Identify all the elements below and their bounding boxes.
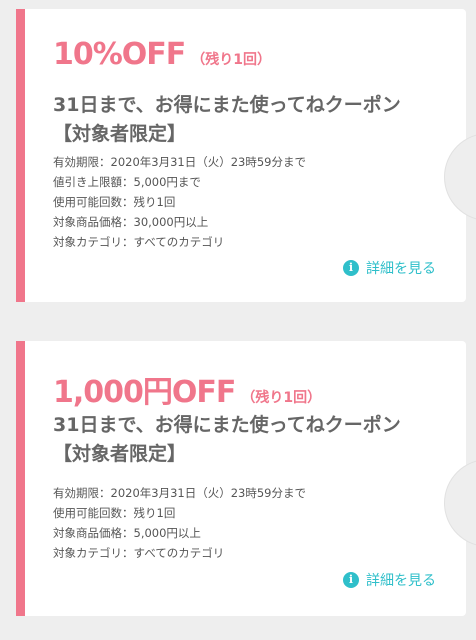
detail-usage-count: 使用可能回数：残り1回: [53, 506, 176, 520]
details-link[interactable]: i 詳細を見る: [343, 258, 436, 278]
remaining-uses: （残り1回）: [191, 52, 272, 68]
details-link[interactable]: i 詳細を見る: [343, 570, 436, 590]
detail-min-price: 対象商品価格：5,000円以上: [53, 526, 201, 540]
remaining-uses: （残り1回）: [241, 390, 322, 406]
info-icon: i: [343, 260, 359, 276]
ticket-notch: [444, 133, 476, 221]
coupon-details: 有効期限：2020年3月31日（火）23時59分まで 使用可能回数：残り1回 対…: [53, 483, 306, 563]
details-link-label: 詳細を見る: [366, 573, 436, 589]
ticket-notch: [444, 459, 476, 547]
coupon-card[interactable]: 1,000円OFF （残り1回） 31日まで、お得にまた使ってねクーポン【対象者限…: [16, 341, 476, 616]
detail-expiry: 有効期限：2020年3月31日（火）23時59分まで: [53, 155, 306, 169]
info-icon: i: [343, 572, 359, 588]
details-link-label: 詳細を見る: [366, 261, 436, 277]
detail-usage-count: 使用可能回数：残り1回: [53, 195, 176, 209]
detail-discount-cap: 値引き上限額：5,000円まで: [53, 175, 201, 189]
coupon-details: 有効期限：2020年3月31日（火）23時59分まで 値引き上限額：5,000円…: [53, 152, 306, 252]
coupon-title: 31日まで、お得にまた使ってねクーポン【対象者限定】: [53, 94, 401, 145]
coupon-card[interactable]: 10%OFF （残り1回） 31日まで、お得にまた使ってねクーポン【対象者限定】 …: [16, 9, 476, 302]
detail-min-price: 対象商品価格：30,000円以上: [53, 215, 209, 229]
coupon-headline: 10%OFF （残り1回）: [53, 37, 271, 72]
discount-amount: 10%OFF: [53, 37, 186, 72]
detail-category: 対象カテゴリ：すべてのカテゴリ: [53, 235, 225, 249]
coupon-title: 31日まで、お得にまた使ってねクーポン【対象者限定】: [53, 414, 401, 465]
detail-category: 対象カテゴリ：すべてのカテゴリ: [53, 546, 225, 560]
discount-amount: 1,000円OFF: [53, 375, 236, 410]
detail-expiry: 有効期限：2020年3月31日（火）23時59分まで: [53, 486, 306, 500]
coupon-headline: 1,000円OFF （残り1回）: [53, 367, 321, 411]
